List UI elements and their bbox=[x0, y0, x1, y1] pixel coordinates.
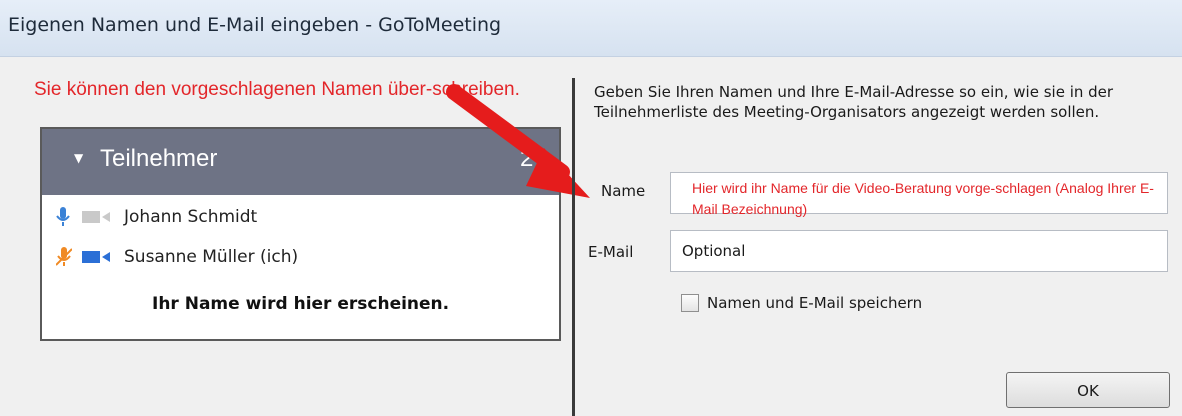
participants-title: Teilnehmer bbox=[100, 145, 218, 172]
microphone-icon bbox=[56, 207, 70, 226]
name-label: Name bbox=[601, 182, 646, 200]
collapse-triangle-icon[interactable]: ▼ bbox=[74, 151, 83, 165]
email-label: E-Mail bbox=[588, 243, 634, 261]
camera-icon bbox=[82, 211, 110, 223]
window-title: Eigenen Namen und E-Mail eingeben - GoTo… bbox=[8, 14, 502, 36]
instructions-text: Geben Sie Ihren Namen und Ihre E-Mail-Ad… bbox=[594, 83, 1114, 121]
email-field[interactable]: Optional bbox=[670, 230, 1168, 272]
name-placeholder-note: Ihr Name wird hier erscheinen. bbox=[152, 294, 450, 314]
participant-name: Johann Schmidt bbox=[124, 207, 258, 227]
microphone-muted-icon bbox=[56, 247, 72, 266]
save-checkbox-label[interactable]: Namen und E-Mail speichern bbox=[707, 294, 922, 312]
email-field-value: Optional bbox=[682, 242, 746, 260]
annotation-name-note: Hier wird ihr Name für die Video-Beratun… bbox=[692, 180, 1154, 217]
save-checkbox[interactable] bbox=[681, 294, 699, 312]
ok-button[interactable]: OK bbox=[1006, 372, 1170, 408]
red-arrow-icon bbox=[446, 84, 590, 198]
title-bar: Eigenen Namen und E-Mail eingeben - GoTo… bbox=[0, 0, 1182, 57]
camera-icon bbox=[82, 251, 110, 263]
participant-name: Susanne Müller (ich) bbox=[124, 247, 299, 267]
vertical-divider bbox=[572, 78, 575, 416]
participant-row[interactable]: Susanne Müller (ich) bbox=[52, 243, 542, 271]
